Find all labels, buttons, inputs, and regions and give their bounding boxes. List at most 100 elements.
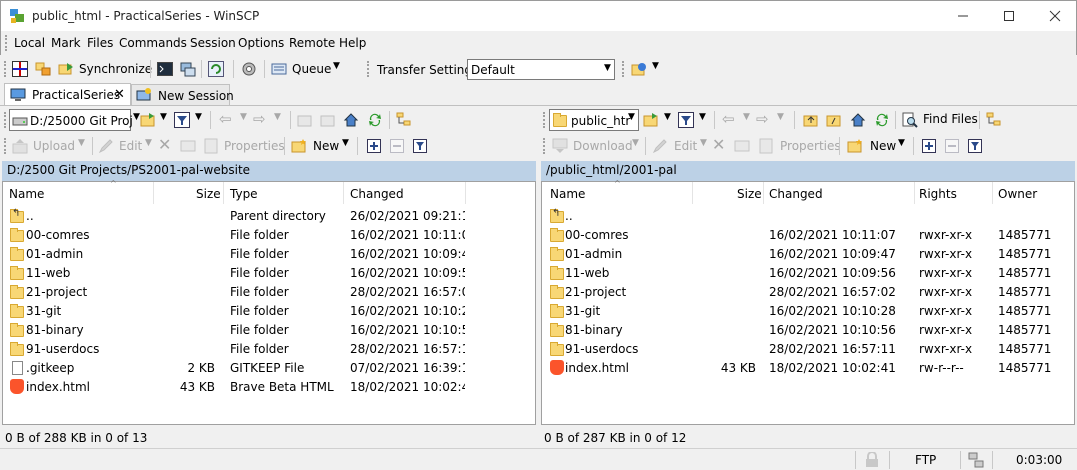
menu-options[interactable]: Options xyxy=(238,36,284,50)
menu-remote[interactable]: Remote xyxy=(289,36,335,50)
file-row[interactable]: 11-web File folder 16/02/2021 10:09:56 xyxy=(3,264,535,283)
file-row[interactable]: ↰.. xyxy=(542,207,1074,226)
toolbar-grip[interactable] xyxy=(4,61,7,77)
open-folder-icon[interactable] xyxy=(140,112,156,128)
column-header-name[interactable]: Name xyxy=(9,187,44,201)
file-row[interactable]: 31-git File folder 16/02/2021 10:10:28 xyxy=(3,302,535,321)
toolbar-grip[interactable] xyxy=(543,112,546,128)
menu-local[interactable]: Local xyxy=(14,36,45,50)
chevron-down-icon[interactable]: ▼ xyxy=(743,112,750,122)
menu-commands[interactable]: Commands xyxy=(119,36,187,50)
toolbar-grip[interactable] xyxy=(4,112,7,128)
chevron-down-icon[interactable]: ▼ xyxy=(195,112,202,122)
download-button[interactable]: Download xyxy=(573,139,633,153)
filter-files-icon[interactable] xyxy=(412,138,428,154)
filter-icon[interactable] xyxy=(678,112,694,128)
chevron-down-icon[interactable]: ▼ xyxy=(145,138,152,148)
properties-button[interactable]: Properties xyxy=(780,139,841,153)
select-files-icon[interactable] xyxy=(366,138,382,154)
chevron-down-icon[interactable]: ▼ xyxy=(664,112,671,122)
new-folder-icon[interactable] xyxy=(847,138,863,154)
properties-button[interactable]: Properties xyxy=(224,139,285,153)
unselect-files-icon[interactable] xyxy=(944,138,960,154)
edit-icon[interactable] xyxy=(98,138,114,154)
file-row[interactable]: 81-binary File folder 16/02/2021 10:10:56 xyxy=(3,321,535,340)
left-file-list[interactable]: Name ^ Size Type Changed ↰.. Parent direc… xyxy=(2,179,536,425)
column-header-changed[interactable]: Changed xyxy=(769,187,823,201)
compare-directories-icon[interactable] xyxy=(12,61,28,77)
close-button[interactable] xyxy=(1032,1,1077,31)
download-icon[interactable] xyxy=(552,138,568,154)
column-header-owner[interactable]: Owner xyxy=(998,187,1037,201)
toolbar-grip[interactable] xyxy=(543,138,546,154)
filter-icon[interactable] xyxy=(174,112,190,128)
root-directory-icon[interactable] xyxy=(320,112,336,128)
file-row[interactable]: 91-userdocs 28/02/2021 16:57:11 rwxr-xr-x 1… xyxy=(542,340,1074,359)
tab-practicalseries[interactable]: PracticalSeries ✕ xyxy=(4,83,131,105)
gear-icon[interactable] xyxy=(241,61,257,77)
unselect-files-icon[interactable] xyxy=(389,138,405,154)
delete-icon[interactable]: ✕ xyxy=(712,135,725,154)
column-header-type[interactable]: Type xyxy=(230,187,258,201)
file-row[interactable]: 00-comres 16/02/2021 10:11:07 rwxr-xr-x 148… xyxy=(542,226,1074,245)
edit-button[interactable]: Edit xyxy=(119,139,142,153)
right-file-list[interactable]: Name ^ Size Changed Rights Owner ↰.. 00-c… xyxy=(541,179,1075,425)
file-row[interactable]: 00-comres File folder 16/02/2021 10:11:07 xyxy=(3,226,535,245)
file-row[interactable]: 21-project 28/02/2021 16:57:02 rwxr-xr-x 14… xyxy=(542,283,1074,302)
open-terminal-icon[interactable] xyxy=(157,61,173,77)
file-row[interactable]: .gitkeep 2 KB GITKEEP File 07/02/2021 16:39… xyxy=(3,359,535,378)
rename-icon[interactable] xyxy=(734,138,750,154)
file-row[interactable]: 11-web 16/02/2021 10:09:56 rwxr-xr-x 148577… xyxy=(542,264,1074,283)
properties-icon[interactable] xyxy=(758,138,774,154)
tree-view-icon[interactable] xyxy=(986,112,1002,128)
close-tab-icon[interactable]: ✕ xyxy=(114,87,125,102)
refresh-icon[interactable] xyxy=(367,112,383,128)
chevron-down-icon[interactable]: ▼ xyxy=(898,138,905,148)
file-row[interactable]: 01-admin 16/02/2021 10:09:47 rwxr-xr-x 1485… xyxy=(542,245,1074,264)
select-files-icon[interactable] xyxy=(921,138,937,154)
properties-icon[interactable] xyxy=(203,138,219,154)
file-row[interactable]: 81-binary 16/02/2021 10:10:56 rwxr-xr-x 148… xyxy=(542,321,1074,340)
file-row[interactable]: index.html 43 KB 18/02/2021 10:02:41 rw-r--… xyxy=(542,359,1074,378)
chevron-down-icon[interactable]: ▼ xyxy=(133,112,140,122)
transfer-settings-select[interactable]: Default ▼ xyxy=(467,59,615,80)
find-files-icon[interactable] xyxy=(902,112,918,128)
menu-session[interactable]: Session xyxy=(190,36,236,50)
refresh-icon[interactable] xyxy=(874,112,890,128)
parent-directory-icon[interactable] xyxy=(297,112,313,128)
new-button[interactable]: New xyxy=(313,139,339,153)
chevron-down-icon[interactable]: ▼ xyxy=(274,112,281,122)
file-row[interactable]: 01-admin File folder 16/02/2021 10:09:47 xyxy=(3,245,535,264)
chevron-down-icon[interactable]: ▼ xyxy=(700,138,707,148)
root-directory-icon[interactable] xyxy=(826,112,842,128)
left-path-bar[interactable]: D:/2500 Git Projects/PS2001-pal-website xyxy=(2,161,536,181)
forward-icon[interactable]: ⇨ xyxy=(756,110,769,128)
synchronize-button[interactable]: Synchronize xyxy=(79,62,152,76)
column-header-changed[interactable]: Changed xyxy=(350,187,404,201)
menu-files[interactable]: Files xyxy=(87,36,113,50)
edit-button[interactable]: Edit xyxy=(674,139,697,153)
chevron-down-icon[interactable]: ▼ xyxy=(160,112,167,122)
rename-icon[interactable] xyxy=(180,138,196,154)
chevron-down-icon[interactable]: ▼ xyxy=(342,138,349,148)
parent-directory-icon[interactable] xyxy=(803,112,819,128)
menu-mark[interactable]: Mark xyxy=(51,36,81,50)
menu-grip[interactable] xyxy=(5,35,8,51)
refresh-session-icon[interactable] xyxy=(208,61,224,77)
toolbar-grip[interactable] xyxy=(367,61,370,77)
delete-icon[interactable]: ✕ xyxy=(158,135,171,154)
file-row[interactable]: ↰.. Parent directory 26/02/2021 09:21:18 xyxy=(3,207,535,226)
chevron-down-icon[interactable]: ▼ xyxy=(78,138,85,148)
synchronize-icon[interactable] xyxy=(58,61,74,77)
new-button[interactable]: New xyxy=(870,139,896,153)
site-manager-icon[interactable] xyxy=(631,61,647,77)
file-row[interactable]: 91-userdocs File folder 28/02/2021 16:57:1… xyxy=(3,340,535,359)
queue-icon[interactable] xyxy=(271,61,287,77)
new-folder-icon[interactable] xyxy=(291,138,307,154)
column-header-size[interactable]: Size xyxy=(196,187,221,201)
chevron-down-icon[interactable]: ▼ xyxy=(240,112,247,122)
upload-icon[interactable] xyxy=(12,138,28,154)
left-drive-select[interactable]: D:/25000 Git Proj xyxy=(9,109,133,131)
filter-files-icon[interactable] xyxy=(967,138,983,154)
toolbar-grip[interactable] xyxy=(4,138,7,154)
